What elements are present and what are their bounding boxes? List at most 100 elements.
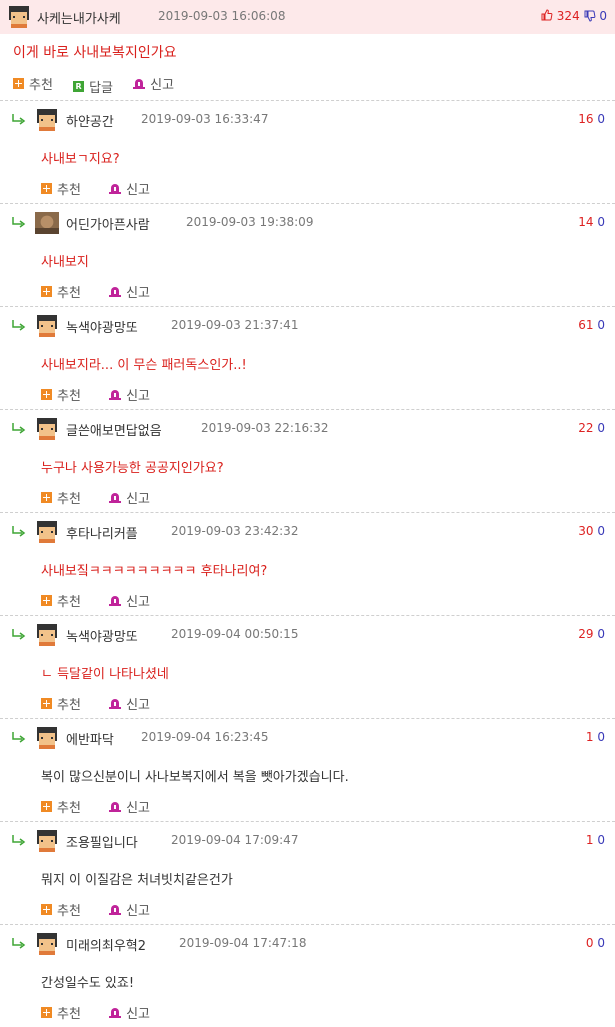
siren-icon [109, 905, 122, 915]
reply-arrow-icon [12, 835, 26, 846]
comment-report-button[interactable]: 신고 [109, 1003, 150, 1022]
comment-downvote-count[interactable]: 0 [597, 936, 605, 950]
recommend-button[interactable]: 추천 [13, 74, 53, 93]
thumbs-up-icon[interactable] [541, 9, 553, 21]
comment-downvote-count[interactable]: 0 [597, 318, 605, 332]
reply-button[interactable]: R 답글 [73, 77, 113, 96]
report-button[interactable]: 신고 [133, 74, 174, 93]
comment-upvote-count[interactable]: 16 [578, 112, 593, 126]
comment-upvote-count[interactable]: 0 [586, 936, 594, 950]
recommend-label: 추천 [57, 904, 81, 919]
comment-date: 2019-09-03 19:38:09 [186, 215, 314, 229]
reply-arrow-icon [12, 114, 26, 125]
comment-upvote-count[interactable]: 30 [578, 524, 593, 538]
comment-upvote-count[interactable]: 1 [586, 833, 594, 847]
comment-recommend-button[interactable]: 추천 [41, 591, 81, 610]
comment-text: 사내보지라... 이 무슨 패러독스인가..! [41, 358, 247, 373]
comment-votes: 16 0 [578, 112, 605, 126]
comment-text: 간성일수도 있죠! [41, 976, 135, 991]
comment-author[interactable]: 하얀공간 [66, 111, 114, 130]
comment-author[interactable]: 글쓴애보면답없음 [66, 420, 162, 439]
comment-recommend-button[interactable]: 추천 [41, 179, 81, 198]
comment-author[interactable]: 조용필입니다 [66, 832, 138, 851]
comment-report-button[interactable]: 신고 [109, 797, 150, 816]
comment-author[interactable]: 에반파닥 [66, 729, 114, 748]
comment-downvote-count[interactable]: 0 [597, 627, 605, 641]
comment-actions: 추천 신고 [41, 179, 174, 198]
comment-actions: 추천 신고 [41, 385, 174, 404]
comment-votes: 0 0 [586, 936, 605, 950]
comment-votes: 1 0 [586, 730, 605, 744]
comment-downvote-count[interactable]: 0 [597, 112, 605, 126]
comment-upvote-count[interactable]: 1 [586, 730, 594, 744]
comment-report-button[interactable]: 신고 [109, 900, 150, 919]
comment-report-button[interactable]: 신고 [109, 179, 150, 198]
comment-votes: 1 0 [586, 833, 605, 847]
report-label: 신고 [126, 1007, 150, 1022]
plus-icon [41, 801, 52, 812]
report-label: 신고 [126, 595, 150, 610]
comment-text: ㄴ 득달같이 나타나셨네 [41, 667, 169, 682]
comment-recommend-button[interactable]: 추천 [41, 694, 81, 713]
pixel-avatar [35, 727, 59, 749]
report-label: 신고 [126, 286, 150, 301]
comment-recommend-button[interactable]: 추천 [41, 900, 81, 919]
siren-icon [109, 184, 122, 194]
plus-icon [41, 492, 52, 503]
comment-author[interactable]: 미래의최우혁2 [66, 935, 146, 954]
recommend-label: 추천 [57, 286, 81, 301]
post-author[interactable]: 사케는내가사케 [37, 8, 121, 27]
comment-author[interactable]: 어딘가아픈사람 [66, 214, 150, 233]
comment-report-button[interactable]: 신고 [109, 488, 150, 507]
comment-recommend-button[interactable]: 추천 [41, 385, 81, 404]
comment-author[interactable]: 녹색야광망또 [66, 626, 138, 645]
comment-item: 미래의최우혁2 2019-09-04 17:47:18 0 0 간성일수도 있죠… [0, 924, 615, 1027]
comment-recommend-button[interactable]: 추천 [41, 488, 81, 507]
comment-upvote-count[interactable]: 14 [578, 215, 593, 229]
comment-report-button[interactable]: 신고 [109, 694, 150, 713]
comment-votes: 14 0 [578, 215, 605, 229]
plus-icon [41, 698, 52, 709]
siren-icon [133, 79, 146, 89]
pixel-avatar [35, 109, 59, 131]
comment-votes: 30 0 [578, 524, 605, 538]
comment-date: 2019-09-03 16:33:47 [141, 112, 269, 126]
comment-upvote-count[interactable]: 61 [578, 318, 593, 332]
report-label: 신고 [126, 389, 150, 404]
thumbs-down-icon[interactable] [584, 10, 596, 22]
comment-date: 2019-09-03 22:16:32 [201, 421, 329, 435]
plus-icon [41, 183, 52, 194]
siren-icon [109, 802, 122, 812]
comment-votes: 61 0 [578, 318, 605, 332]
pixel-avatar [35, 521, 59, 543]
comment-upvote-count[interactable]: 29 [578, 627, 593, 641]
comment-upvote-count[interactable]: 22 [578, 421, 593, 435]
comment-text: 뭐지 이 이질감은 처녀빗치같은건가 [41, 873, 233, 888]
comment-downvote-count[interactable]: 0 [597, 215, 605, 229]
comment-downvote-count[interactable]: 0 [597, 833, 605, 847]
comment-author[interactable]: 후타나리커플 [66, 523, 138, 542]
comment-downvote-count[interactable]: 0 [597, 730, 605, 744]
plus-icon [41, 904, 52, 915]
comment-recommend-button[interactable]: 추천 [41, 1003, 81, 1022]
comment-actions: 추천 신고 [41, 591, 174, 610]
siren-icon [109, 1008, 122, 1018]
reply-arrow-icon [12, 629, 26, 640]
comment-date: 2019-09-03 21:37:41 [171, 318, 299, 332]
comment-report-button[interactable]: 신고 [109, 385, 150, 404]
pixel-avatar [7, 6, 31, 28]
recommend-label: 추천 [57, 389, 81, 404]
reply-arrow-icon [12, 526, 26, 537]
comment-downvote-count[interactable]: 0 [597, 524, 605, 538]
siren-icon [109, 493, 122, 503]
comment-item: 어딘가아픈사람 2019-09-03 19:38:09 14 0 사내보지 추천… [0, 203, 615, 306]
photo-avatar [35, 212, 59, 234]
comment-date: 2019-09-04 16:23:45 [141, 730, 269, 744]
comment-report-button[interactable]: 신고 [109, 591, 150, 610]
comment-recommend-button[interactable]: 추천 [41, 797, 81, 816]
comment-downvote-count[interactable]: 0 [597, 421, 605, 435]
comment-text: 사내보지 [41, 255, 89, 270]
comment-recommend-button[interactable]: 추천 [41, 282, 81, 301]
comment-report-button[interactable]: 신고 [109, 282, 150, 301]
comment-author[interactable]: 녹색야광망또 [66, 317, 138, 336]
